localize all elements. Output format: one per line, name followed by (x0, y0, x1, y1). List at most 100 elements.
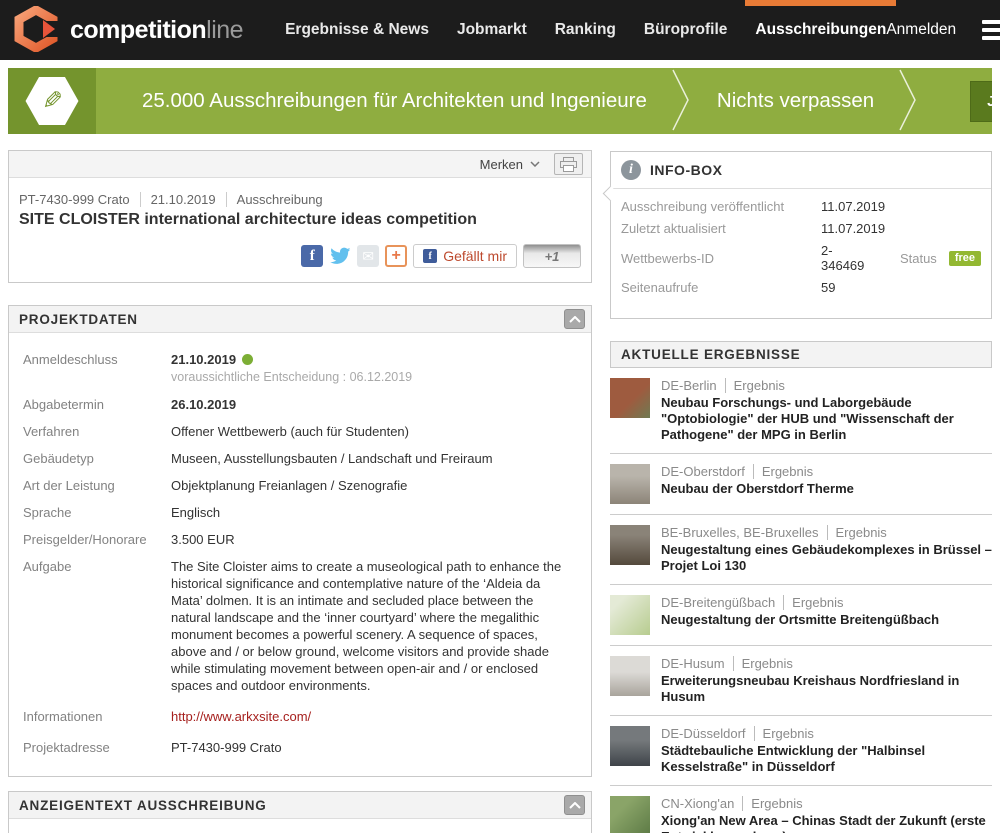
result-location: DE-Düsseldorf (661, 726, 746, 741)
twitter-bird-icon (329, 245, 351, 267)
result-item[interactable]: DE-Oberstdorf Ergebnis Neubau der Oberstd… (610, 454, 992, 515)
project-date: 21.10.2019 (140, 192, 216, 207)
result-type: Ergebnis (754, 726, 814, 741)
banner-headline: 25.000 Ausschreibungen für Architekten u… (142, 89, 647, 113)
field-row-sprache: Sprache Englisch (23, 504, 575, 521)
facebook-share-button[interactable]: f (301, 245, 323, 267)
info-box-header: i INFO-BOX (611, 152, 991, 189)
jetzt-testen-button[interactable]: JETZT TESTEN (970, 81, 992, 122)
twitter-share-button[interactable] (329, 245, 351, 267)
facebook-icon: f (423, 249, 437, 263)
result-thumbnail (610, 464, 650, 504)
result-type: Ergebnis (733, 656, 793, 671)
status-label: Status (900, 251, 937, 266)
result-type: Ergebnis (783, 595, 843, 610)
result-title: Neugestaltung eines Gebäudekomplexes in … (661, 542, 992, 574)
result-item[interactable]: DE-Düsseldorf Ergebnis Städtebauliche Ent… (610, 716, 992, 786)
chevron-separator-icon (671, 69, 693, 134)
info-row-veroeffentlicht: Ausschreibung veröffentlicht 11.07.2019 (621, 199, 981, 214)
chevron-separator-icon (898, 69, 920, 134)
info-row-seitenaufrufe: Seitenaufrufe 59 (621, 280, 981, 295)
info-row-wettbewerbs-id: Wettbewerbs-ID 2-346469 Status free (621, 243, 981, 273)
result-location: CN-Xiong'an (661, 796, 734, 811)
nav-item-ranking[interactable]: Ranking (555, 21, 616, 39)
result-title: Neubau Forschungs- und Laborgebäude "Opt… (661, 395, 992, 443)
info-box-body: Ausschreibung veröffentlicht 11.07.2019 … (611, 189, 991, 318)
email-share-button[interactable]: ✉ (357, 245, 379, 267)
result-thumbnail (610, 656, 650, 696)
field-row-anmeldeschluss: Anmeldeschluss 21.10.2019 voraussichtlic… (23, 351, 575, 386)
chevron-up-icon (569, 802, 581, 809)
more-share-button[interactable]: + (385, 245, 407, 267)
competitionline-logo-icon (14, 6, 58, 55)
result-title: Xiong'an New Area – Chinas Stadt der Zuk… (661, 813, 992, 833)
result-item[interactable]: DE-BreitengüßbachErgebnis Neugestaltung … (610, 585, 992, 646)
result-type: Ergebnis (742, 796, 802, 811)
print-button[interactable] (554, 153, 583, 175)
aktuelle-ergebnisse-section: AKTUELLE ERGEBNISSE DE-BerlinErgebnis Ne… (610, 341, 992, 833)
projektdaten-body: Anmeldeschluss 21.10.2019 voraussichtlic… (9, 333, 591, 776)
external-website-link[interactable]: http://www.arkxsite.com/ (171, 709, 311, 724)
collapse-button[interactable] (564, 309, 585, 329)
result-thumbnail (610, 796, 650, 833)
social-share-row: f ✉ + f Gefällt mir +1 (19, 244, 581, 268)
field-row-preisgelder: Preisgelder/Honorare 3.500 EUR (23, 531, 575, 548)
facebook-like-button[interactable]: f Gefällt mir (413, 244, 517, 268)
nav-item-bueroprofile[interactable]: Büroprofile (644, 21, 728, 39)
merken-dropdown[interactable]: Merken (480, 157, 540, 172)
result-title: Neubau der Oberstdorf Therme (661, 481, 854, 497)
active-tab-indicator (745, 0, 896, 6)
projektdaten-section: PROJEKTDATEN Anmeldeschluss 21.10.2019 v… (8, 305, 592, 777)
result-type: Ergebnis (753, 464, 813, 479)
login-link[interactable]: Anmelden (886, 21, 956, 39)
top-navigation-bar: competitionline Ergebnisse & News Jobmar… (0, 0, 1000, 60)
promo-banner[interactable]: ✎ 25.000 Ausschreibungen für Architekten… (8, 68, 992, 134)
nav-item-ergebnisse-news[interactable]: Ergebnisse & News (285, 21, 429, 39)
info-icon: i (621, 160, 641, 180)
result-thumbnail (610, 525, 650, 565)
page: competitionline Ergebnisse & News Jobmar… (0, 0, 1000, 833)
page-title: SITE CLOISTER international architecture… (19, 211, 581, 229)
result-title: Erweiterungsneubau Kreishaus Nordfriesla… (661, 673, 992, 705)
nav-item-ausschreibungen[interactable]: Ausschreibungen (755, 21, 886, 39)
nav-item-jobmarkt[interactable]: Jobmarkt (457, 21, 527, 39)
right-column: i INFO-BOX Ausschreibung veröffentlicht … (610, 142, 992, 833)
field-row-abgabetermin: Abgabetermin 26.10.2019 (23, 396, 575, 413)
google-plusone-button[interactable]: +1 (523, 244, 581, 268)
brand-name: competitionline (70, 16, 243, 45)
anzeigentext-section: ANZEIGENTEXT AUSSCHREIBUNG Liegt nicht v… (8, 791, 592, 833)
result-location: BE-Bruxelles, BE-Bruxelles (661, 525, 819, 540)
result-title: Neugestaltung der Ortsmitte Breitengüßba… (661, 612, 939, 628)
field-row-informationen: Informationen http://www.arkxsite.com/ (23, 708, 575, 725)
info-row-aktualisiert: Zuletzt aktualisiert 11.07.2019 (621, 221, 981, 236)
main-content: Merken PT-7430-999 Crato 21.10.2019 Auss… (0, 142, 1000, 833)
result-thumbnail (610, 595, 650, 635)
field-row-projektadresse: Projektadresse PT-7430-999 Crato (23, 739, 575, 756)
banner-tagline: Nichts verpassen (717, 89, 874, 113)
decision-note: voraussichtliche Entscheidung : 06.12.20… (171, 369, 575, 386)
article-meta: PT-7430-999 Crato 21.10.2019 Ausschreibu… (19, 192, 581, 207)
result-location: DE-Oberstdorf (661, 464, 745, 479)
result-type: Ergebnis (827, 525, 887, 540)
aufgabe-text: The Site Cloister aims to create a museo… (171, 558, 575, 694)
hamburger-menu-icon[interactable] (982, 16, 1000, 44)
project-type: Ausschreibung (226, 192, 323, 207)
project-code: PT-7430-999 Crato (19, 192, 130, 207)
article-toolbar: Merken (9, 151, 591, 178)
result-title: Städtebauliche Entwicklung der "Halbinse… (661, 743, 992, 775)
result-item[interactable]: DE-BerlinErgebnis Neubau Forschungs- und… (610, 368, 992, 454)
anzeigentext-body: Liegt nicht vor. (9, 819, 591, 833)
brand-logo[interactable]: competitionline (14, 6, 243, 55)
chevron-up-icon (569, 316, 581, 323)
result-type: Ergebnis (725, 378, 785, 393)
result-thumbnail (610, 378, 650, 418)
result-item[interactable]: CN-Xiong'an Ergebnis Xiong'an New Area – … (610, 786, 992, 833)
result-item[interactable]: BE-Bruxelles, BE-Bruxelles Ergebnis Neuge… (610, 515, 992, 585)
article-header-box: Merken PT-7430-999 Crato 21.10.2019 Auss… (8, 150, 592, 283)
banner-badge: ✎ (8, 68, 96, 134)
status-dot-icon (242, 354, 253, 365)
projektdaten-header: PROJEKTDATEN (9, 306, 591, 333)
left-column: Merken PT-7430-999 Crato 21.10.2019 Auss… (8, 142, 592, 833)
collapse-button[interactable] (564, 795, 585, 815)
result-item[interactable]: DE-HusumErgebnis Erweiterungsneubau Krei… (610, 646, 992, 716)
